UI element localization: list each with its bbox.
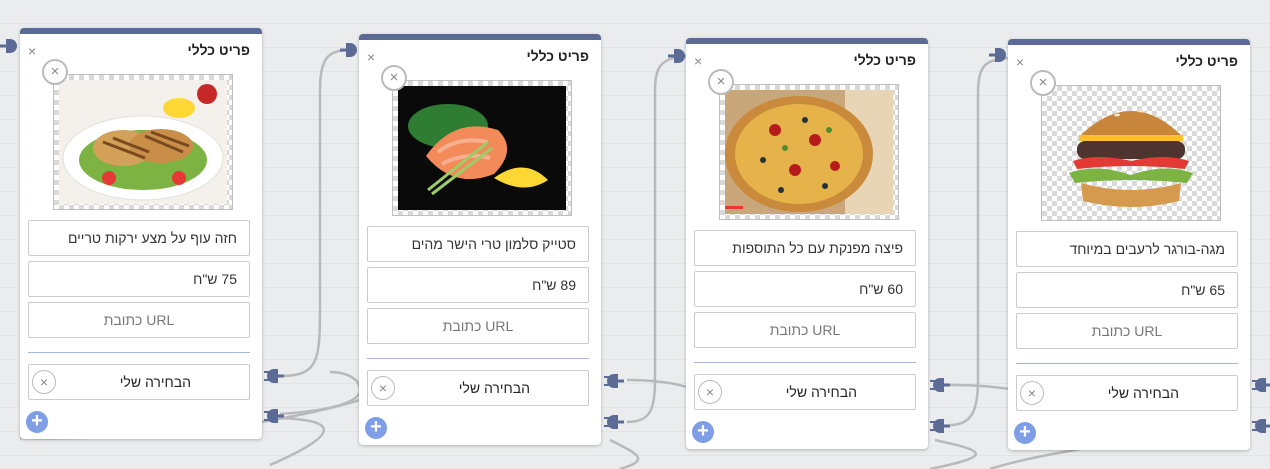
item-image[interactable]: × bbox=[708, 69, 899, 220]
item-name-field[interactable]: סטייק סלמון טרי הישר מהים bbox=[367, 226, 589, 262]
menu-item-card[interactable]: פריט כללי × × סטייק סלמון טרי הישר מהים … bbox=[359, 34, 601, 445]
item-price-field[interactable]: 60 ש"ח bbox=[694, 271, 916, 307]
output-port-icon[interactable] bbox=[928, 377, 950, 393]
remove-image-icon[interactable]: × bbox=[708, 69, 734, 95]
url-field[interactable]: URL כתובת bbox=[694, 312, 916, 348]
output-port-icon[interactable] bbox=[928, 418, 950, 434]
menu-item-card[interactable]: פריט כללי × × פיצה מפנקת עם כל התוספות 6… bbox=[686, 38, 928, 449]
url-field[interactable]: URL כתובת bbox=[28, 302, 250, 338]
card-title: פריט כללי bbox=[187, 42, 250, 58]
divider bbox=[367, 358, 589, 359]
item-price-field[interactable]: 75 ש"ח bbox=[28, 261, 250, 297]
item-image[interactable]: × bbox=[42, 59, 233, 210]
output-port-icon[interactable] bbox=[602, 414, 624, 430]
item-name-field[interactable]: חזה עוף על מצע ירקות טריים bbox=[28, 220, 250, 256]
remove-image-icon[interactable]: × bbox=[1030, 70, 1056, 96]
input-port-icon[interactable] bbox=[0, 38, 22, 54]
item-name-field[interactable]: מגה-בורגר לרעבים במיוחד bbox=[1016, 231, 1238, 267]
grilled-chicken-image bbox=[59, 80, 227, 204]
item-image[interactable]: × bbox=[1030, 70, 1221, 221]
card-title: פריט כללי bbox=[853, 52, 916, 68]
item-price-field[interactable]: 89 ש"ח bbox=[367, 267, 589, 303]
output-port-icon[interactable] bbox=[602, 373, 624, 389]
close-icon[interactable]: × bbox=[28, 44, 36, 58]
add-choice-button[interactable]: + bbox=[365, 417, 387, 439]
card-title: פריט כללי bbox=[1175, 53, 1238, 69]
menu-item-card[interactable]: פריט כללי × × חזה עוף על מצע ירקות טריים… bbox=[20, 28, 262, 439]
divider bbox=[28, 352, 250, 353]
burger-image bbox=[1069, 109, 1193, 207]
add-choice-button[interactable]: + bbox=[1014, 422, 1036, 444]
choice-option[interactable]: הבחירה שלי × bbox=[694, 374, 916, 410]
menu-item-card[interactable]: פריט כללי × × מגה-בורגר לרעבים במיוחד 65… bbox=[1008, 39, 1250, 450]
output-port-icon[interactable] bbox=[262, 368, 284, 384]
output-port-icon[interactable] bbox=[1250, 418, 1270, 434]
output-port-icon[interactable] bbox=[1250, 377, 1270, 393]
close-icon[interactable]: × bbox=[367, 50, 375, 64]
close-icon[interactable]: × bbox=[694, 54, 702, 68]
remove-image-icon[interactable]: × bbox=[381, 65, 407, 91]
remove-choice-icon[interactable]: × bbox=[32, 370, 56, 394]
choice-option[interactable]: הבחירה שלי × bbox=[1016, 375, 1238, 411]
divider bbox=[694, 362, 916, 363]
item-image[interactable]: × bbox=[381, 65, 572, 216]
pizza-image bbox=[725, 90, 893, 214]
item-name-field[interactable]: פיצה מפנקת עם כל התוספות bbox=[694, 230, 916, 266]
remove-image-icon[interactable]: × bbox=[42, 59, 68, 85]
choice-option[interactable]: הבחירה שלי × bbox=[367, 370, 589, 406]
card-title: פריט כללי bbox=[526, 48, 589, 64]
choice-option[interactable]: הבחירה שלי × bbox=[28, 364, 250, 400]
choice-label: הבחירה שלי bbox=[785, 384, 857, 400]
url-field[interactable]: URL כתובת bbox=[367, 308, 589, 344]
remove-choice-icon[interactable]: × bbox=[698, 380, 722, 404]
url-field[interactable]: URL כתובת bbox=[1016, 313, 1238, 349]
choice-label: הבחירה שלי bbox=[1107, 385, 1179, 401]
item-price-field[interactable]: 65 ש"ח bbox=[1016, 272, 1238, 308]
choice-label: הבחירה שלי bbox=[119, 374, 191, 390]
salmon-steak-image bbox=[398, 86, 566, 210]
add-choice-button[interactable]: + bbox=[26, 411, 48, 433]
divider bbox=[1016, 363, 1238, 364]
output-port-icon[interactable] bbox=[262, 408, 284, 424]
close-icon[interactable]: × bbox=[1016, 55, 1024, 69]
add-choice-button[interactable]: + bbox=[692, 421, 714, 443]
choice-label: הבחירה שלי bbox=[458, 380, 530, 396]
remove-choice-icon[interactable]: × bbox=[1020, 381, 1044, 405]
remove-choice-icon[interactable]: × bbox=[371, 376, 395, 400]
